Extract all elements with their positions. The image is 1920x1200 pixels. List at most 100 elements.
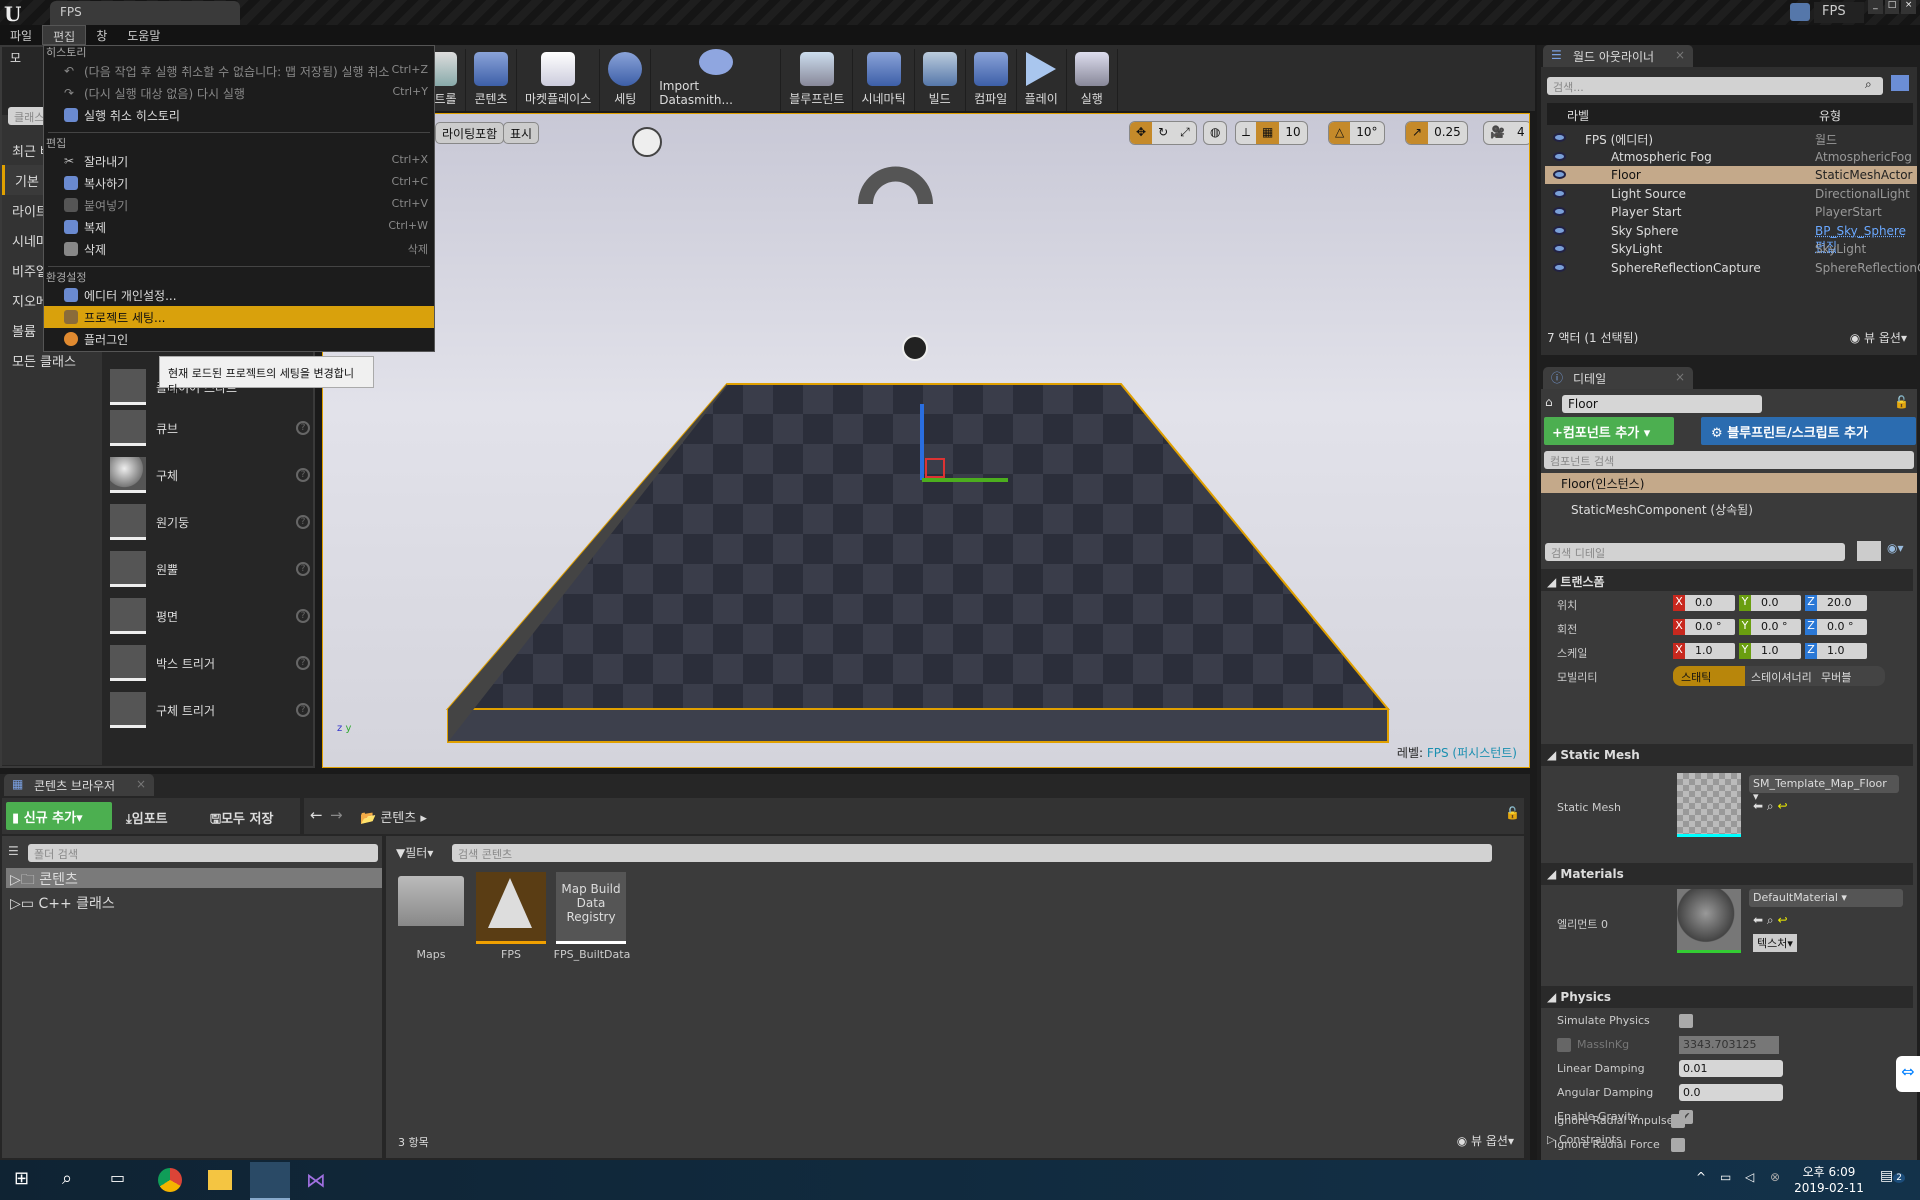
unreal-taskbar-icon[interactable] xyxy=(250,1162,290,1200)
mobility-movable[interactable]: 무버블 xyxy=(1813,666,1885,686)
back-button[interactable]: ← xyxy=(310,806,323,824)
asset-level-fps[interactable] xyxy=(476,872,546,944)
close-button[interactable]: × xyxy=(1901,0,1916,14)
location-z-field[interactable]: Z 20.0 xyxy=(1805,595,1867,611)
maximize-button[interactable]: □ xyxy=(1885,0,1900,14)
menu-item-redo[interactable]: ↷ (다시 실행 대상 없음) 다시 실행 Ctrl+Y xyxy=(44,82,434,104)
toolbar-compile[interactable]: 컴파일 xyxy=(966,49,1017,111)
toolbar-blueprints[interactable]: 블루프린트 xyxy=(781,49,853,111)
visibility-eye-icon[interactable] xyxy=(1553,207,1566,216)
windows-start-icon[interactable]: ⊞ xyxy=(14,1168,29,1189)
rotation-y-field[interactable]: Y 0.0 ° xyxy=(1739,619,1801,635)
outliner-row[interactable]: Floor StaticMeshActor xyxy=(1545,166,1917,184)
angle-icon[interactable]: △ xyxy=(1329,122,1350,144)
place-item[interactable]: 구체? xyxy=(110,452,310,498)
tray-expand-icon[interactable]: ^ xyxy=(1696,1170,1706,1184)
toolbar-import-datasmith[interactable]: Import Datasmith... xyxy=(651,49,781,111)
visibility-eye-icon[interactable] xyxy=(1553,226,1566,235)
volume-muted-icon[interactable]: ◁ xyxy=(1745,1170,1754,1184)
material-thumbnail[interactable] xyxy=(1677,889,1741,953)
menu-edit[interactable]: 편집 xyxy=(42,25,86,45)
tab-world-outliner[interactable]: ☰ 월드 아웃라이너 × xyxy=(1543,45,1693,67)
close-icon[interactable]: × xyxy=(1675,370,1685,384)
place-item[interactable]: 큐브? xyxy=(110,405,310,451)
add-actor-icon[interactable] xyxy=(1891,75,1909,91)
menu-item-cut[interactable]: ✂ 잘라내기 Ctrl+X xyxy=(44,150,434,172)
location-y-field[interactable]: Y 0.0 xyxy=(1739,595,1801,611)
static-mesh-combo[interactable]: SM_Template_Map_Floor ▾ xyxy=(1749,775,1899,793)
content-search-input[interactable]: 검색 콘텐츠 xyxy=(452,844,1492,862)
static-mesh-thumbnail[interactable] xyxy=(1677,773,1741,837)
translate-icon[interactable]: ✥ xyxy=(1130,122,1152,144)
lock-icon[interactable]: 🔓 xyxy=(1505,806,1520,820)
place-item[interactable]: 원기둥? xyxy=(110,499,310,545)
toolbar-cinematics[interactable]: 시네마틱 xyxy=(853,49,914,111)
menu-item-undo-history[interactable]: 실행 취소 히스토리 xyxy=(44,104,434,126)
menu-item-project-settings[interactable]: 프로젝트 세팅... xyxy=(44,306,434,328)
menu-file[interactable]: 파일 xyxy=(0,25,42,45)
outliner-row[interactable]: Atmospheric Fog AtmosphericFog xyxy=(1545,148,1917,166)
mass-override-checkbox[interactable] xyxy=(1557,1038,1571,1052)
file-explorer-icon[interactable] xyxy=(208,1170,232,1190)
task-view-icon[interactable]: ▭ xyxy=(110,1168,125,1187)
view-options-button[interactable]: ◉ 뷰 옵션▾ xyxy=(1457,1132,1514,1149)
browse-icon[interactable]: ⌕ xyxy=(1767,913,1774,927)
forward-button[interactable]: → xyxy=(330,806,343,824)
lock-icon[interactable]: 🔓 xyxy=(1894,395,1909,409)
surface-snap-icon[interactable]: ⟂ xyxy=(1236,122,1256,144)
section-materials[interactable]: ◢ Materials xyxy=(1541,863,1913,885)
column-label[interactable]: 라벨 xyxy=(1567,107,1589,124)
import-button[interactable]: ⤓임포트 xyxy=(126,808,168,827)
show-button[interactable]: 표시 xyxy=(503,122,539,144)
close-icon[interactable]: × xyxy=(136,777,146,791)
mobility-stationary[interactable]: 스테이셔너리 xyxy=(1745,666,1813,686)
folder-search-input[interactable]: 폴더 검색 xyxy=(28,844,378,862)
linear-damping-field[interactable]: 0.01 xyxy=(1679,1060,1783,1077)
scale-z-field[interactable]: Z 1.0 xyxy=(1805,643,1867,659)
sources-toggle-icon[interactable]: ☰ xyxy=(8,844,19,858)
save-all-button[interactable]: 🖫모두 저장 xyxy=(210,808,273,832)
column-type[interactable]: 유형 xyxy=(1819,107,1841,124)
menu-item-delete[interactable]: 삭제 삭제 xyxy=(44,238,434,260)
outliner-search-input[interactable]: 검색... xyxy=(1547,77,1883,95)
ignore-radial-impulse-checkbox[interactable] xyxy=(1671,1114,1685,1128)
visibility-eye-icon[interactable] xyxy=(1553,170,1566,179)
path-root[interactable]: 📂 콘텐츠 ▸ xyxy=(360,807,427,826)
place-item[interactable]: 원뿔? xyxy=(110,546,310,592)
help-icon[interactable]: ? xyxy=(296,421,310,435)
component-search-input[interactable]: 컴포넌트 검색 xyxy=(1544,451,1914,469)
add-blueprint-button[interactable]: ⚙ 블루프린트/스크립트 추가 xyxy=(1701,417,1916,445)
rotation-z-field[interactable]: Z 0.0 ° xyxy=(1805,619,1867,635)
help-icon[interactable]: ? xyxy=(296,703,310,717)
component-instance-row[interactable]: Floor(인스턴스) xyxy=(1541,473,1917,493)
scale-x-field[interactable]: X 1.0 xyxy=(1673,643,1735,659)
help-icon[interactable]: ? xyxy=(296,515,310,529)
lit-mode-button[interactable]: 라이팅포함 xyxy=(435,122,504,144)
reset-icon[interactable]: ↩ xyxy=(1777,913,1787,927)
angular-damping-field[interactable]: 0.0 xyxy=(1679,1084,1783,1101)
outliner-row[interactable]: FPS (에디터) 월드 xyxy=(1545,129,1917,147)
place-item[interactable]: 박스 트리거? xyxy=(110,640,310,686)
textures-dropdown[interactable]: 텍스처▾ xyxy=(1753,934,1797,952)
search-icon[interactable]: ⌕ xyxy=(62,1168,72,1189)
asset-built-data[interactable]: Map Build Data Registry xyxy=(556,872,626,944)
clock-date[interactable]: 2019-02-11 xyxy=(1794,1181,1864,1195)
tree-item-content[interactable]: ▷🗀 콘텐츠 xyxy=(6,868,382,888)
level-viewport[interactable]: 라이팅포함 표시 ✥ ↻ ⤢ ◍ ⟂ ▦ 10 △ 10° ↗ 0.25 🎥 4 레벨: FP… xyxy=(322,113,1530,768)
details-search-input[interactable]: 검색 디테일 xyxy=(1545,543,1845,561)
toolbar-marketplace[interactable]: 마켓플레이스 xyxy=(517,49,600,111)
rotation-x-field[interactable]: X 0.0 ° xyxy=(1673,619,1735,635)
grid-icon[interactable]: ▦ xyxy=(1256,122,1279,144)
help-icon[interactable]: ? xyxy=(296,468,310,482)
rotate-icon[interactable]: ↻ xyxy=(1152,122,1174,144)
prop-label[interactable]: 위치 xyxy=(1557,597,1577,613)
visibility-eye-icon[interactable] xyxy=(1553,244,1566,253)
mobility-static[interactable]: 스태틱 xyxy=(1673,666,1745,686)
clock-time[interactable]: 오후 6:09 xyxy=(1797,1163,1861,1180)
ignore-radial-force-checkbox[interactable] xyxy=(1671,1138,1685,1152)
menu-window[interactable]: 창 xyxy=(86,25,117,45)
visual-studio-icon[interactable]: ⋈ xyxy=(306,1168,326,1192)
tree-item-cpp[interactable]: ▷▭ C++ 클래스 xyxy=(6,892,119,914)
close-circle-icon[interactable]: ⊗ xyxy=(1770,1170,1780,1184)
close-icon[interactable]: × xyxy=(1675,48,1685,62)
